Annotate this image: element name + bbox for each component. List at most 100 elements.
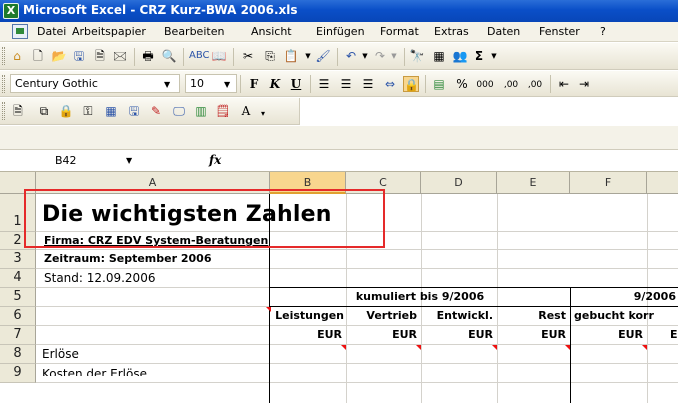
underline-button[interactable]: U	[288, 76, 304, 92]
increase-indent-icon[interactable]: ⇥	[576, 76, 592, 92]
comment-indicator[interactable]	[492, 345, 497, 350]
menu-help[interactable]: ?	[600, 25, 606, 38]
cut-icon[interactable]: ✂	[240, 48, 256, 64]
table-icon[interactable]: ▦	[103, 103, 119, 119]
copy-sheet-icon[interactable]: ⧉	[36, 103, 52, 119]
menu-einfuegen[interactable]: Einfügen	[316, 25, 365, 38]
formula-input[interactable]	[228, 152, 676, 170]
open-icon[interactable]: 📂	[51, 48, 67, 64]
toolbar-grip[interactable]	[2, 47, 5, 65]
column-header-f[interactable]: F	[570, 172, 647, 194]
cell-b7-eur[interactable]: EUR	[270, 328, 346, 341]
key-icon[interactable]: ⚿	[80, 103, 96, 119]
permission-icon[interactable]: 🗎	[92, 48, 108, 64]
page-icon[interactable]: 🗎	[10, 103, 26, 119]
cell-d6-entwickl[interactable]: Entwickl.	[421, 309, 497, 322]
cell-kumuliert-header[interactable]: kumuliert bis 9/2006	[270, 290, 570, 303]
save-icon[interactable]: 🖫	[71, 48, 87, 64]
menu-datei[interactable]: Datei	[37, 25, 66, 38]
size-dropdown-icon[interactable]: ▼	[224, 80, 230, 89]
menu-ansicht[interactable]: Ansicht	[251, 25, 292, 38]
cell-b6-leistungen[interactable]: Leistungen	[266, 309, 346, 322]
clear-format-icon[interactable]: ✎	[148, 103, 164, 119]
menu-daten[interactable]: Daten	[487, 25, 520, 38]
protect-icon[interactable]: 🔒	[58, 103, 74, 119]
currency-icon[interactable]: ▤	[431, 76, 447, 92]
monitor-icon[interactable]: 🖵	[171, 103, 187, 119]
cell-a4-date[interactable]: Stand: 12.09.2006	[44, 271, 264, 285]
cell-c6-vertrieb[interactable]: Vertrieb	[346, 309, 421, 322]
row-header-8[interactable]: 8	[0, 345, 36, 364]
toolbar-grip[interactable]	[2, 102, 5, 120]
comment-indicator[interactable]	[642, 345, 647, 350]
cell-c7-eur[interactable]: EUR	[346, 328, 421, 341]
menu-format[interactable]: Format	[380, 25, 419, 38]
cell-e6-rest[interactable]: Rest	[497, 309, 570, 322]
comment-indicator[interactable]	[416, 345, 421, 350]
copy-icon[interactable]: ⎘	[262, 48, 278, 64]
text-icon[interactable]: A	[238, 103, 254, 119]
redo-dropdown-icon[interactable]: ▼	[386, 48, 402, 64]
print-preview-icon[interactable]: 🔍	[161, 48, 177, 64]
print-icon[interactable]: 🖶	[140, 48, 156, 64]
bold-button[interactable]: F	[246, 76, 262, 92]
row-header-6[interactable]: 6	[0, 307, 36, 326]
align-right-icon[interactable]: ☰	[360, 76, 376, 92]
find-icon[interactable]: 🔭	[409, 48, 425, 64]
row-header-3[interactable]: 3	[0, 250, 36, 269]
column-header-g[interactable]	[647, 172, 678, 194]
autosum-icon[interactable]: Σ	[471, 48, 487, 64]
notes-icon[interactable]: ▥	[193, 103, 209, 119]
row-header-7[interactable]: 7	[0, 326, 36, 345]
menu-bearbeiten[interactable]: Bearbeiten	[164, 25, 224, 38]
cell-e7-eur[interactable]: EUR	[497, 328, 570, 341]
column-header-e[interactable]: E	[497, 172, 570, 194]
paste-dropdown-icon[interactable]: ▼	[300, 48, 316, 64]
row-header-4[interactable]: 4	[0, 269, 36, 288]
fx-icon[interactable]: fx	[209, 153, 221, 167]
row-header-9[interactable]: 9	[0, 364, 36, 383]
email-icon[interactable]: 🖂	[112, 48, 128, 64]
format-painter-icon[interactable]: 🖌	[315, 48, 331, 64]
cell-f7-eur[interactable]: EUR	[570, 328, 647, 341]
row-header-5[interactable]: 5	[0, 288, 36, 307]
new-icon[interactable]: 🗋	[30, 48, 46, 64]
save-copy-icon[interactable]: 🖫	[126, 103, 142, 119]
cell-a9-kosten[interactable]: Kosten der Erlöse	[42, 366, 262, 376]
menu-extras[interactable]: Extras	[434, 25, 469, 38]
font-select[interactable]: Century Gothic	[10, 74, 180, 93]
paste-icon[interactable]: 📋	[283, 48, 299, 64]
menu-fenster[interactable]: Fenster	[539, 25, 580, 38]
spelling-icon[interactable]: ABC	[189, 48, 210, 64]
cell-g7-eur-partial[interactable]: E	[670, 328, 678, 341]
comment-indicator[interactable]	[266, 307, 271, 312]
font-dropdown-icon[interactable]: ▼	[164, 80, 170, 89]
autosum-dropdown-icon[interactable]: ▼	[486, 48, 502, 64]
cell-period-header[interactable]: 9/2006	[570, 290, 678, 303]
cell-d7-eur[interactable]: EUR	[421, 328, 497, 341]
merge-center-icon[interactable]: ⇔	[382, 76, 398, 92]
grid-icon[interactable]: ▦	[431, 48, 447, 64]
toolbar-options-icon[interactable]: ▾	[258, 106, 268, 122]
cell-f6-gebucht[interactable]: gebucht korr	[574, 309, 678, 322]
research-book-icon[interactable]: 📖	[211, 48, 227, 64]
percent-button[interactable]: %	[454, 76, 470, 92]
thousands-button[interactable]: 000	[474, 77, 496, 93]
menu-arbeitspapier[interactable]: Arbeitspapier	[72, 25, 146, 38]
cell-a8-erloese[interactable]: Erlöse	[42, 347, 262, 361]
column-header-d[interactable]: D	[421, 172, 497, 194]
undo-dropdown-icon[interactable]: ▼	[357, 48, 373, 64]
contacts-icon[interactable]: 👥	[452, 48, 468, 64]
align-left-icon[interactable]: ☰	[316, 76, 332, 92]
decrease-decimal-button[interactable]: ,00	[526, 77, 544, 93]
cell-a3-period[interactable]: Zeitraum: September 2006	[44, 252, 264, 265]
workbook-icon[interactable]	[12, 24, 28, 39]
comment-indicator[interactable]	[565, 345, 570, 350]
name-box-dropdown-icon[interactable]: ▼	[126, 156, 132, 165]
lock-icon[interactable]: 🔒	[403, 76, 419, 92]
excel-icon[interactable]: X	[3, 3, 19, 19]
align-center-icon[interactable]: ☰	[338, 76, 354, 92]
decrease-indent-icon[interactable]: ⇤	[556, 76, 572, 92]
increase-decimal-button[interactable]: ,00	[502, 77, 520, 93]
name-box[interactable]: B42	[2, 152, 142, 170]
